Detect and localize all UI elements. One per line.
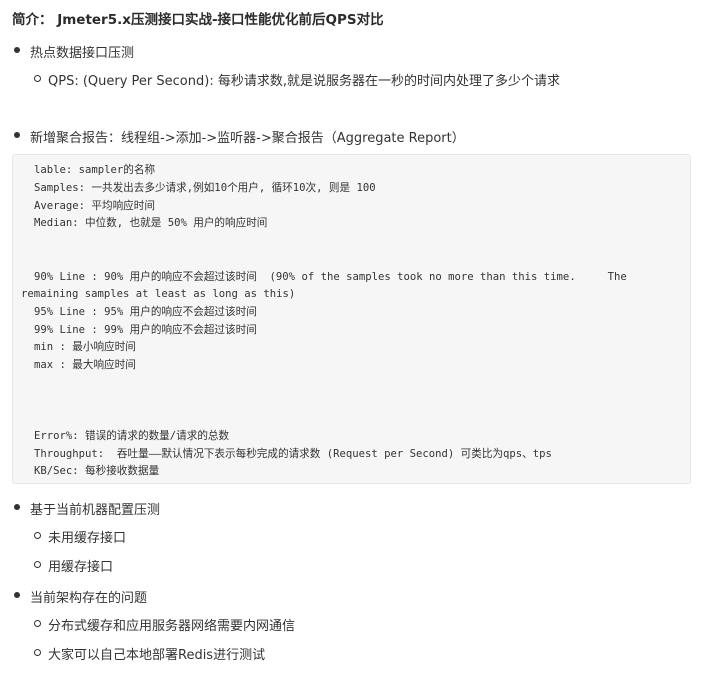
- bullet: [14, 47, 20, 53]
- code-line: Average: 平均响应时间: [34, 200, 155, 212]
- code-line: max : 最大响应时间: [34, 359, 136, 371]
- code-line: min : 最小响应时间: [34, 341, 136, 353]
- code-line: Error%: 错误的请求的数量/请求的总数: [34, 430, 230, 442]
- code-line: lable: sampler的名称: [34, 164, 156, 176]
- cache-item: 用缓存接口: [48, 560, 114, 575]
- code-line: Samples: 一共发出去多少请求,例如10个用户, 循环10次, 则是 10…: [34, 182, 376, 194]
- bullet: [14, 592, 20, 598]
- sub-bullet: [34, 649, 41, 656]
- code-block: lable: sampler的名称 Samples: 一共发出去多少请求,例如1…: [12, 154, 691, 484]
- sub-bullet: [34, 561, 41, 568]
- sub-bullet: [34, 620, 41, 627]
- page-title: 简介： Jmeter5.x压测接口实战-接口性能优化前后QPS对比: [12, 12, 384, 28]
- qps-definition: QPS: (Query Per Second): 每秒请求数,就是说服务器在一秒…: [48, 74, 560, 89]
- code-line: Median: 中位数, 也就是 50% 用户的响应时间: [34, 217, 268, 229]
- sub-bullet: [34, 75, 41, 82]
- code-line: 99% Line : 99% 用户的响应不会超过该时间: [34, 324, 257, 336]
- section-architecture-issues-label: 当前架构存在的问题: [30, 591, 148, 606]
- no-cache-item: 未用缓存接口: [48, 531, 127, 546]
- code-line: KB/Sec: 每秒接收数据量: [34, 465, 160, 477]
- code-line: 95% Line : 95% 用户的响应不会超过该时间: [34, 306, 257, 318]
- code-line: remaining samples at least as long as th…: [21, 288, 296, 300]
- code-line: 90% Line : 90% 用户的响应不会超过该时间 (90% of the …: [34, 271, 627, 283]
- section-aggregate-report-label: 新增聚合报告：线程组->添加->监听器->聚合报告（Aggregate Repo…: [30, 131, 465, 146]
- section-hot-data-label: 热点数据接口压测: [30, 46, 135, 61]
- bullet: [14, 504, 20, 510]
- bullet: [14, 132, 20, 138]
- sub-bullet: [34, 532, 41, 539]
- section-machine-config-label: 基于当前机器配置压测: [30, 503, 161, 518]
- distributed-cache-item: 分布式缓存和应用服务器网络需要内网通信: [48, 619, 296, 634]
- redis-item: 大家可以自己本地部署Redis进行测试: [48, 648, 266, 663]
- code-line: Throughput: 吞吐量——默认情况下表示每秒完成的请求数 (Reques…: [34, 448, 552, 460]
